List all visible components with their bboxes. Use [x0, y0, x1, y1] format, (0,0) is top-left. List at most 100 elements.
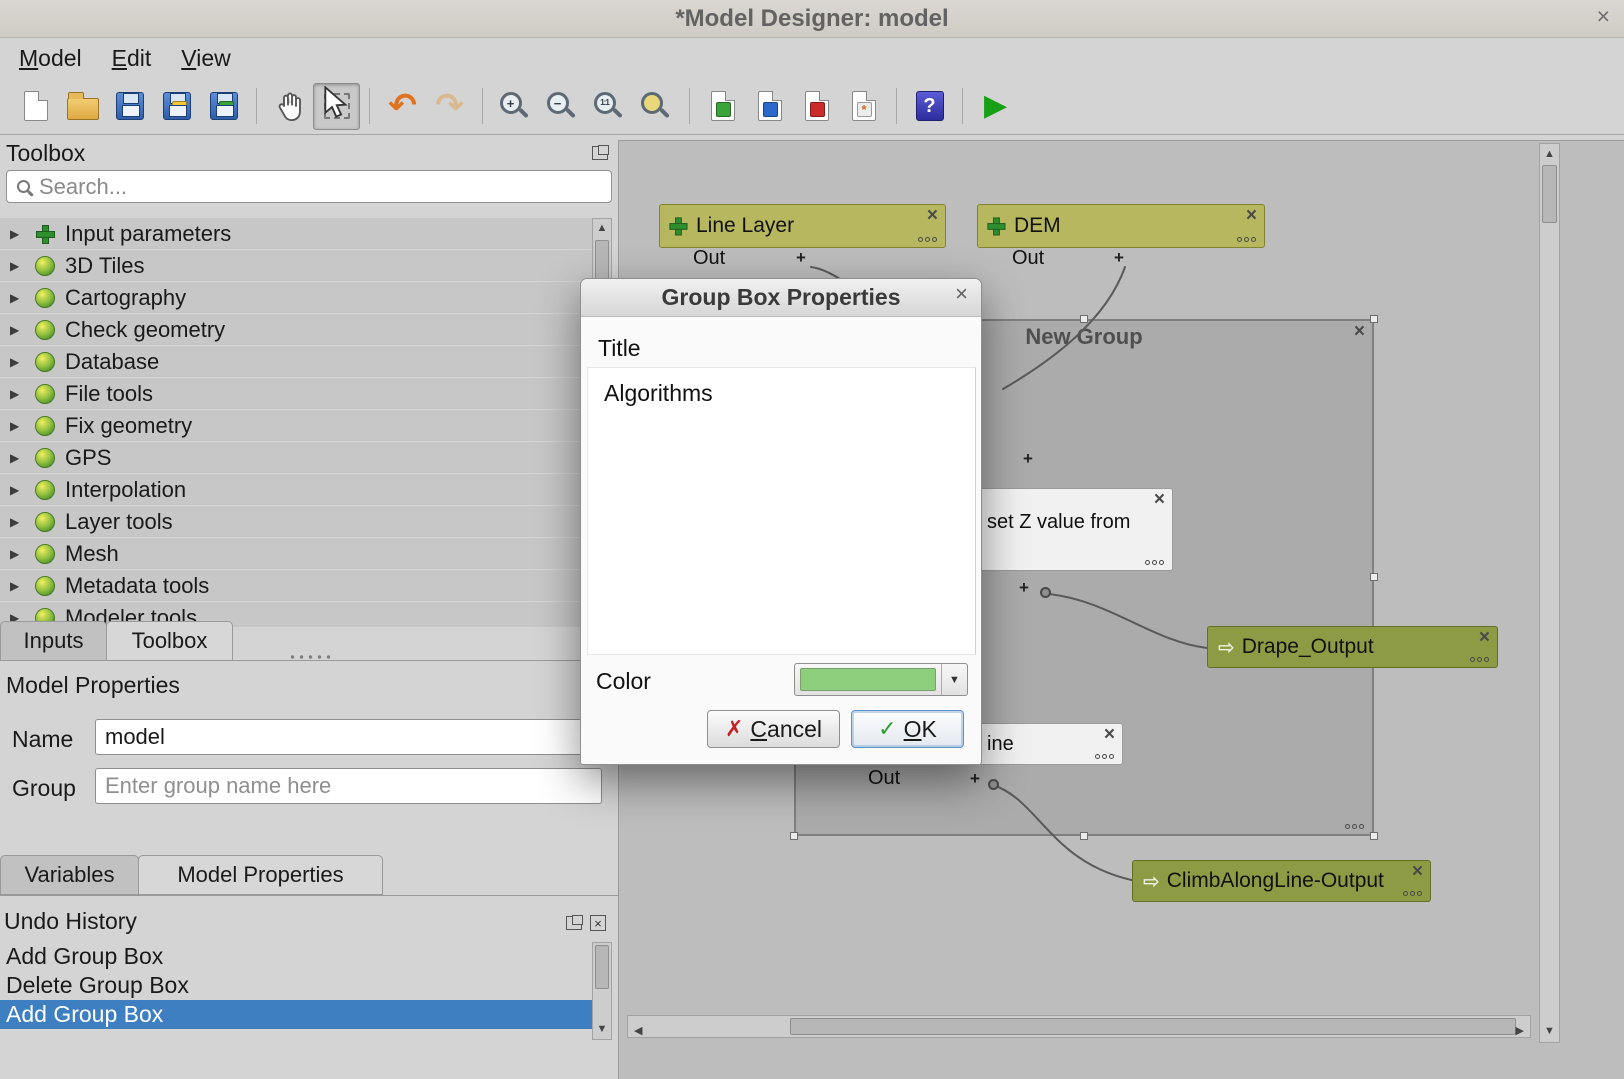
group-box-properties-dialog[interactable]: Group Box Properties × Title Algorithms …: [580, 278, 982, 765]
tree-item-layer-tools[interactable]: ▶Layer tools: [0, 506, 592, 538]
tree-item-metadata-tools[interactable]: ▶Metadata tools: [0, 570, 592, 602]
expand-icon[interactable]: ▶: [10, 484, 25, 496]
zoom-in-button[interactable]: +: [492, 83, 539, 130]
undo-history-item[interactable]: Delete Group Box: [0, 971, 592, 1000]
open-model-button[interactable]: [59, 83, 106, 130]
expand-icon[interactable]: ▶: [10, 292, 25, 304]
tree-item-gps[interactable]: ▶GPS: [0, 442, 592, 474]
close-panel-icon[interactable]: ×: [590, 915, 606, 931]
dialog-close-icon[interactable]: ×: [955, 283, 968, 305]
tab-toolbox[interactable]: Toolbox: [106, 621, 233, 661]
model-name-input[interactable]: [95, 719, 613, 755]
plus-connector[interactable]: +: [1114, 248, 1124, 268]
undo-button[interactable]: ↶: [379, 83, 426, 130]
plus-connector[interactable]: +: [1019, 578, 1029, 598]
tab-variables[interactable]: Variables: [0, 855, 139, 895]
node-delete-icon[interactable]: ×: [1246, 206, 1257, 225]
scroll-up-icon[interactable]: ▲: [593, 223, 611, 234]
export-as-svg-button[interactable]: [746, 83, 793, 130]
cancel-button[interactable]: ✗ Cancel: [707, 710, 840, 748]
undo-history-scrollbar[interactable]: ▼: [592, 942, 612, 1040]
expand-icon[interactable]: ▶: [10, 580, 25, 592]
tree-item-input-parameters[interactable]: ▶Input parameters: [0, 218, 592, 250]
tree-item-cartography[interactable]: ▶Cartography: [0, 282, 592, 314]
expand-icon[interactable]: ▶: [10, 548, 25, 560]
menu-model[interactable]: Model: [4, 41, 97, 76]
chevron-down-icon[interactable]: ▼: [941, 664, 967, 695]
node-delete-icon[interactable]: ×: [1154, 490, 1165, 509]
tree-item-3d-tiles[interactable]: ▶3D Tiles: [0, 250, 592, 282]
node-delete-icon[interactable]: ×: [1479, 628, 1490, 647]
zoom-full-button[interactable]: [633, 83, 680, 130]
expand-icon[interactable]: ▶: [10, 260, 25, 272]
tree-item-file-tools[interactable]: ▶File tools: [0, 378, 592, 410]
expand-icon[interactable]: ▶: [10, 452, 25, 464]
expand-icon[interactable]: ▶: [10, 356, 25, 368]
plus-connector[interactable]: +: [796, 248, 806, 268]
node-delete-icon[interactable]: ×: [927, 206, 938, 225]
scroll-down-icon[interactable]: ▼: [593, 1024, 611, 1035]
expand-icon[interactable]: ▶: [10, 228, 25, 240]
scroll-left-icon[interactable]: ◀: [634, 1021, 642, 1042]
scrollbar-thumb[interactable]: [1542, 165, 1557, 223]
node-climbalongline-output[interactable]: ⇨ ClimbAlongLine-Output ×: [1132, 860, 1431, 902]
node-delete-icon[interactable]: ×: [1104, 725, 1115, 744]
plus-connector[interactable]: +: [970, 769, 980, 789]
scroll-right-icon[interactable]: ▶: [1516, 1021, 1524, 1042]
save-as-image-button[interactable]: [200, 83, 247, 130]
canvas-vertical-scrollbar[interactable]: ▲ ▼: [1539, 143, 1560, 1043]
tree-item-fix-geometry[interactable]: ▶Fix geometry: [0, 410, 592, 442]
scrollbar-thumb[interactable]: [790, 1018, 1516, 1035]
export-as-image-button[interactable]: [699, 83, 746, 130]
export-as-pdf-button[interactable]: [793, 83, 840, 130]
zoom-out-button[interactable]: −: [539, 83, 586, 130]
node-drape-output[interactable]: ⇨ Drape_Output ×: [1207, 626, 1498, 668]
new-model-button[interactable]: [12, 83, 59, 130]
float-panel-icon[interactable]: [592, 146, 608, 160]
tree-item-database[interactable]: ▶Database: [0, 346, 592, 378]
menu-edit[interactable]: Edit: [97, 41, 167, 76]
menu-view[interactable]: View: [166, 41, 245, 76]
scroll-down-icon[interactable]: ▼: [1540, 1026, 1559, 1037]
socket-connector[interactable]: [988, 779, 999, 790]
node-line-layer[interactable]: Line Layer ×: [659, 204, 946, 248]
splitter-handle[interactable]: [288, 654, 334, 660]
window-title: *Model Designer: model: [675, 5, 948, 33]
dialog-titlebar[interactable]: Group Box Properties ×: [581, 279, 981, 317]
group-box-title-input[interactable]: Algorithms: [587, 367, 976, 655]
pan-tool-button[interactable]: [266, 83, 313, 130]
canvas-horizontal-scrollbar[interactable]: ◀ ▶: [627, 1015, 1531, 1038]
run-model-button[interactable]: ▶: [972, 83, 1019, 130]
save-model-as-button[interactable]: [153, 83, 200, 130]
help-button[interactable]: ?: [906, 83, 953, 130]
node-dem[interactable]: DEM ×: [977, 204, 1265, 248]
undo-history-item[interactable]: Add Group Box: [0, 942, 592, 971]
toolbox-search[interactable]: [6, 170, 612, 203]
expand-icon[interactable]: ▶: [10, 388, 25, 400]
color-dropdown[interactable]: ▼: [794, 663, 968, 696]
zoom-actual-button[interactable]: 1:1: [586, 83, 633, 130]
redo-button[interactable]: ↷: [426, 83, 473, 130]
expand-icon[interactable]: ▶: [10, 516, 25, 528]
window-close-icon[interactable]: ×: [1597, 5, 1610, 28]
expand-icon[interactable]: ▶: [10, 420, 25, 432]
node-delete-icon[interactable]: ×: [1412, 862, 1423, 881]
tree-item-mesh[interactable]: ▶Mesh: [0, 538, 592, 570]
window-titlebar[interactable]: *Model Designer: model ×: [0, 0, 1624, 38]
export-as-script-button[interactable]: *: [840, 83, 887, 130]
float-panel-icon[interactable]: [566, 916, 582, 930]
expand-icon[interactable]: ▶: [10, 324, 25, 336]
search-input[interactable]: [39, 174, 601, 200]
tab-model-properties[interactable]: Model Properties: [138, 855, 383, 895]
undo-history-item-selected[interactable]: Add Group Box: [0, 1000, 592, 1029]
model-group-input[interactable]: [95, 768, 602, 804]
tree-item-interpolation[interactable]: ▶Interpolation: [0, 474, 592, 506]
socket-connector[interactable]: [1040, 587, 1051, 598]
ok-button[interactable]: ✓ OK: [851, 710, 964, 748]
scrollbar-thumb[interactable]: [595, 945, 609, 989]
plus-connector[interactable]: +: [1023, 449, 1033, 469]
scroll-up-icon[interactable]: ▲: [1540, 149, 1559, 160]
tab-inputs[interactable]: Inputs: [0, 621, 107, 661]
tree-item-check-geometry[interactable]: ▶Check geometry: [0, 314, 592, 346]
save-model-button[interactable]: [106, 83, 153, 130]
